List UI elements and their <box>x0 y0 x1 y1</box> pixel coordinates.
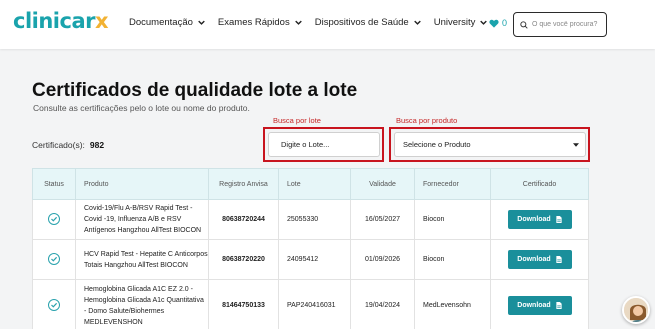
logo-x: x <box>94 9 109 33</box>
download-button[interactable]: Download <box>507 210 572 229</box>
certificado-cell: Download <box>490 239 589 280</box>
nav-label: University <box>433 17 476 28</box>
favorites-count: 0 <box>502 18 508 28</box>
product-cell: Hemoglobina Glicada A1C EZ 2.0 - Hemoglo… <box>75 279 209 329</box>
table-header-row: Status Produto Registro Anvisa Lote Vali… <box>32 168 589 200</box>
product-cell: HCV Rapid Test - Hepatite C Anticorpos T… <box>75 239 209 280</box>
fornecedor-cell: MedLevensohn <box>414 279 491 329</box>
nav-university[interactable]: University <box>434 17 488 28</box>
favorites-link[interactable]: 0 <box>489 18 507 28</box>
table-row: Covid-19/Flu A-B/RSV Rapid Test - Covid … <box>32 199 589 240</box>
caret-down-icon <box>573 142 579 147</box>
count-label: Certificado(s): <box>32 140 85 150</box>
lot-filter-label: Busca por lote <box>273 116 321 125</box>
status-cell <box>32 239 76 280</box>
download-button[interactable]: Download <box>507 250 572 269</box>
status-cell <box>32 199 76 240</box>
status-cell <box>32 279 76 329</box>
clinicarx-logo[interactable]: clinicarx <box>13 9 109 33</box>
chevron-down-icon <box>480 20 488 25</box>
nav-dispositivos-de-saude[interactable]: Dispositivos de Saúde <box>315 17 421 28</box>
lote-cell: 24095412 <box>278 239 351 280</box>
search-box[interactable] <box>513 12 607 37</box>
download-button[interactable]: Download <box>507 296 572 315</box>
chat-avatar[interactable] <box>622 296 650 324</box>
col-fornecedor: Fornecedor <box>414 168 491 200</box>
logo-text: clinicar <box>13 9 95 33</box>
col-validade: Validade <box>350 168 415 200</box>
chevron-down-icon <box>413 20 421 25</box>
heart-icon <box>489 19 499 28</box>
fornecedor-cell: Biocon <box>414 199 491 240</box>
table-row: Hemoglobina Glicada A1C EZ 2.0 - Hemoglo… <box>32 279 589 329</box>
nav-label: Dispositivos de Saúde <box>314 17 409 28</box>
download-label: Download <box>517 302 551 309</box>
nav-documentacao[interactable]: Documentação <box>129 17 205 28</box>
count-value: 982 <box>89 140 105 150</box>
lot-placeholder: Digite o Lote... <box>281 140 330 149</box>
validade-cell: 16/05/2027 <box>350 199 415 240</box>
search-icon <box>520 20 528 29</box>
certificado-cell: Download <box>490 199 589 240</box>
anvisa-cell: 81464750133 <box>208 279 279 329</box>
page-subtitle: Consulte as certificações pelo o lote ou… <box>33 103 250 113</box>
check-circle-icon <box>48 252 60 265</box>
col-produto: Produto <box>75 168 209 200</box>
check-circle-icon <box>48 212 60 225</box>
col-lote: Lote <box>278 168 351 200</box>
nav-label: Exames Rápidos <box>217 17 290 28</box>
download-label: Download <box>517 216 551 223</box>
product-cell: Covid-19/Flu A-B/RSV Rapid Test - Covid … <box>75 199 209 240</box>
main-nav: Documentação Exames Rápidos Dispositivos… <box>129 17 500 28</box>
chevron-down-icon <box>294 20 302 25</box>
certificado-cell: Download <box>490 279 589 329</box>
top-navbar: clinicarx Documentação Exames Rápidos Di… <box>0 0 655 49</box>
col-certificado: Certificado <box>490 168 589 200</box>
search-input[interactable] <box>532 21 604 28</box>
check-circle-icon <box>48 298 60 311</box>
product-selected-value: Selecione o Produto <box>403 140 471 149</box>
page-title: Certificados de qualidade lote a lote <box>32 80 358 101</box>
lot-search-input[interactable]: Digite o Lote... <box>268 132 380 157</box>
validade-cell: 19/04/2024 <box>350 279 415 329</box>
certificates-table: Status Produto Registro Anvisa Lote Vali… <box>32 168 589 329</box>
download-label: Download <box>517 256 551 263</box>
lote-cell: 25055330 <box>278 199 351 240</box>
anvisa-cell: 80638720244 <box>208 199 279 240</box>
table-row: HCV Rapid Test - Hepatite C Anticorpos T… <box>32 239 589 280</box>
nav-exames-rapidos[interactable]: Exames Rápidos <box>218 17 302 28</box>
certificate-count: Certificado(s): 982 <box>32 140 104 150</box>
person-avatar-icon <box>624 298 648 322</box>
file-icon <box>556 216 562 223</box>
nav-label: Documentação <box>129 17 193 28</box>
validade-cell: 01/09/2026 <box>350 239 415 280</box>
product-filter-label: Busca por produto <box>396 116 458 125</box>
fornecedor-cell: Biocon <box>414 239 491 280</box>
col-status: Status <box>32 168 76 200</box>
product-select[interactable]: Selecione o Produto <box>394 132 586 157</box>
col-registro-anvisa: Registro Anvisa <box>208 168 279 200</box>
file-icon <box>556 302 562 309</box>
chevron-down-icon <box>198 20 205 25</box>
lote-cell: PAP240416031 <box>278 279 351 329</box>
anvisa-cell: 80638720220 <box>208 239 279 280</box>
file-icon <box>556 256 562 263</box>
